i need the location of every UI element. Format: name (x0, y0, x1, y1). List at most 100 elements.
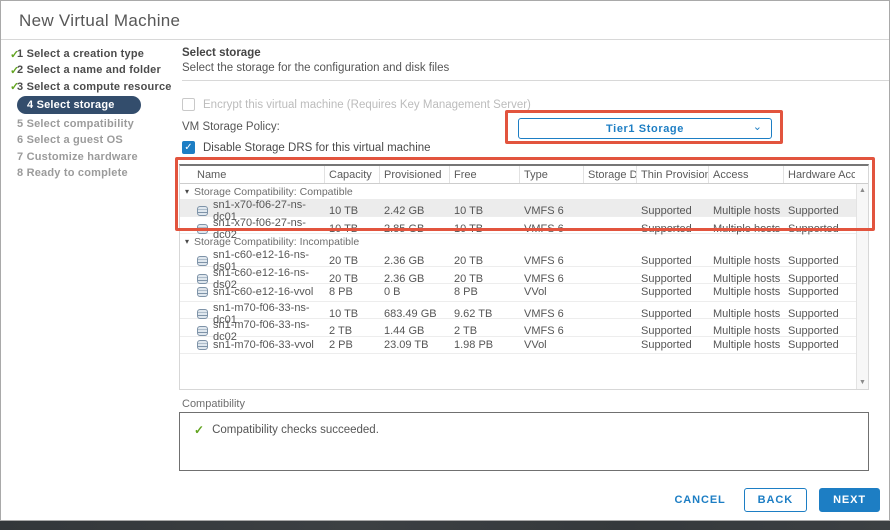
datastore-cell: 2.85 GB (380, 223, 450, 235)
collapse-triangle-icon[interactable]: ▾ (185, 187, 189, 196)
next-button[interactable]: NEXT (819, 488, 880, 512)
datastore-cell: Multiple hosts (709, 273, 784, 285)
wizard-step-2[interactable]: ✓2 Select a name and folder (1, 62, 176, 78)
wizard-step-4[interactable]: 4 Select storage (1, 96, 176, 115)
datastore-cell: 20 TB (450, 273, 520, 285)
datastore-cell: Supported (784, 223, 855, 235)
datastore-cell: 20 TB (325, 255, 380, 267)
group-row-content: ▾Storage Compatibility: Incompatible (180, 236, 855, 248)
wizard-step-label: 7 Customize hardware (17, 151, 138, 163)
datastore-cell: 9.62 TB (450, 308, 520, 320)
encrypt-vm-label: Encrypt this virtual machine (Requires K… (203, 99, 531, 111)
datastore-cell: VMFS 6 (520, 325, 584, 337)
wizard-step-label: 6 Select a guest OS (17, 134, 123, 146)
disable-drs-checkbox[interactable]: ✓ (182, 141, 195, 154)
datastore-cell: 10 TB (325, 308, 380, 320)
datastore-row[interactable]: sn1-m70-f06-33-vvol2 PB23.09 TB1.98 PBVV… (180, 337, 868, 355)
datastore-table: NameCapacityProvisionedFreeTypeStorage D… (179, 164, 869, 390)
wizard-step-6: 6 Select a guest OS (1, 132, 176, 148)
datastore-row[interactable]: sn1-x70-f06-27-ns-dc0110 TB2.42 GB10 TBV… (180, 199, 868, 217)
datastore-cell: Supported (784, 325, 855, 337)
column-header-hardware-accel[interactable]: Hardware Accel... (784, 166, 855, 183)
datastore-row[interactable]: sn1-m70-f06-33-ns-dc022 TB1.44 GB2 TBVMF… (180, 319, 868, 337)
datastore-cell: Supported (637, 255, 709, 267)
green-check-icon: ✓ (1, 64, 17, 77)
datastore-cell: Supported (784, 255, 855, 267)
column-header-name[interactable]: Name (180, 166, 325, 183)
datastore-row[interactable]: sn1-m70-f06-33-ns-dc0110 TB683.49 GB9.62… (180, 302, 868, 320)
datastore-cell: 2.36 GB (380, 255, 450, 267)
group-row[interactable]: ▾Storage Compatibility: Compatible (180, 184, 868, 199)
datastore-cell: 2 PB (325, 339, 380, 351)
group-row-content: ▾Storage Compatibility: Compatible (180, 186, 855, 198)
datastore-row[interactable]: sn1-c60-e12-16-ns-ds0220 TB2.36 GB20 TBV… (180, 267, 868, 285)
column-header-type[interactable]: Type (520, 166, 584, 183)
wizard-step-7: 7 Customize hardware (1, 148, 176, 164)
group-row[interactable]: ▾Storage Compatibility: Incompatible (180, 234, 868, 249)
datastore-cell: Supported (784, 273, 855, 285)
datastore-cell: Supported (637, 325, 709, 337)
column-header-thin-provisioning[interactable]: Thin Provisioning (637, 166, 709, 183)
heading-divider (182, 80, 889, 81)
datastore-cell: 8 PB (450, 286, 520, 298)
column-header-free[interactable]: Free (450, 166, 520, 183)
datastore-cell: Multiple hosts (709, 255, 784, 267)
green-check-icon: ✓ (1, 48, 17, 61)
datastore-cell: 10 TB (325, 223, 380, 235)
dialog-title: New Virtual Machine (19, 11, 180, 31)
datastore-name: sn1-m70-f06-33-vvol (213, 339, 314, 351)
wizard-step-8: 8 Ready to complete (1, 165, 176, 181)
step-heading: Select storage (182, 47, 261, 59)
datastore-cell: Supported (784, 205, 855, 217)
collapse-triangle-icon[interactable]: ▾ (185, 237, 189, 246)
disable-drs-row: ✓ Disable Storage DRS for this virtual m… (182, 141, 431, 154)
wizard-step-label: 4 Select storage (17, 96, 141, 114)
datastore-cell: 0 B (380, 286, 450, 298)
compatibility-box: ✓ Compatibility checks succeeded. (179, 412, 869, 471)
datastore-row[interactable]: sn1-c60-e12-16-ns-ds0120 TB2.36 GB20 TBV… (180, 249, 868, 267)
datastore-cell: 2.36 GB (380, 273, 450, 285)
column-header-storage-drs[interactable]: Storage DRS (584, 166, 637, 183)
datastore-cell: Supported (637, 308, 709, 320)
wizard-step-label: 3 Select a compute resource (17, 81, 172, 93)
datastore-cell: 10 TB (450, 205, 520, 217)
datastore-row[interactable]: sn1-x70-f06-27-ns-dc0210 TB2.85 GB10 TBV… (180, 217, 868, 235)
datastore-name-cell: sn1-m70-f06-33-vvol (197, 339, 325, 351)
datastore-cell: VMFS 6 (520, 308, 584, 320)
datastore-cell: Multiple hosts (709, 286, 784, 298)
datastore-cell: 8 PB (325, 286, 380, 298)
datastore-icon (197, 287, 208, 297)
column-header-capacity[interactable]: Capacity (325, 166, 380, 183)
title-divider (1, 39, 889, 40)
scroll-down-icon[interactable]: ▼ (857, 379, 868, 386)
vm-storage-policy-dropdown[interactable]: Tier1 Storage ⌄ (518, 118, 772, 139)
scroll-up-icon[interactable]: ▲ (857, 187, 868, 194)
wizard-step-label: 5 Select compatibility (17, 118, 134, 130)
datastore-cell: Multiple hosts (709, 325, 784, 337)
datastore-row[interactable]: sn1-c60-e12-16-vvol8 PB0 B8 PBVVolSuppor… (180, 284, 868, 302)
green-check-icon: ✓ (194, 423, 204, 437)
table-scrollbar[interactable]: ▲ ▼ (856, 184, 868, 389)
back-button[interactable]: BACK (744, 488, 807, 512)
encrypt-vm-row: Encrypt this virtual machine (Requires K… (182, 98, 531, 111)
datastore-cell: 1.44 GB (380, 325, 450, 337)
vm-storage-policy-value: Tier1 Storage (606, 123, 684, 135)
wizard-step-3[interactable]: ✓3 Select a compute resource (1, 79, 176, 95)
datastore-icon (197, 309, 208, 319)
datastore-cell: 1.98 PB (450, 339, 520, 351)
disable-drs-label: Disable Storage DRS for this virtual mac… (203, 142, 431, 154)
datastore-cell: Multiple hosts (709, 223, 784, 235)
column-header-access[interactable]: Access (709, 166, 784, 183)
encrypt-vm-checkbox[interactable] (182, 98, 195, 111)
datastore-table-header: NameCapacityProvisionedFreeTypeStorage D… (180, 166, 868, 184)
compatibility-status-line: ✓ Compatibility checks succeeded. (180, 413, 868, 437)
datastore-cell: VVol (520, 286, 584, 298)
cancel-button[interactable]: CANCEL (668, 489, 731, 511)
datastore-name: sn1-c60-e12-16-vvol (213, 286, 313, 298)
wizard-step-1[interactable]: ✓1 Select a creation type (1, 46, 176, 62)
new-vm-wizard-dialog: New Virtual Machine ✓1 Select a creation… (0, 0, 890, 521)
datastore-cell: Supported (784, 339, 855, 351)
green-check-icon: ✓ (1, 80, 17, 93)
datastore-cell: Multiple hosts (709, 339, 784, 351)
column-header-provisioned[interactable]: Provisioned (380, 166, 450, 183)
